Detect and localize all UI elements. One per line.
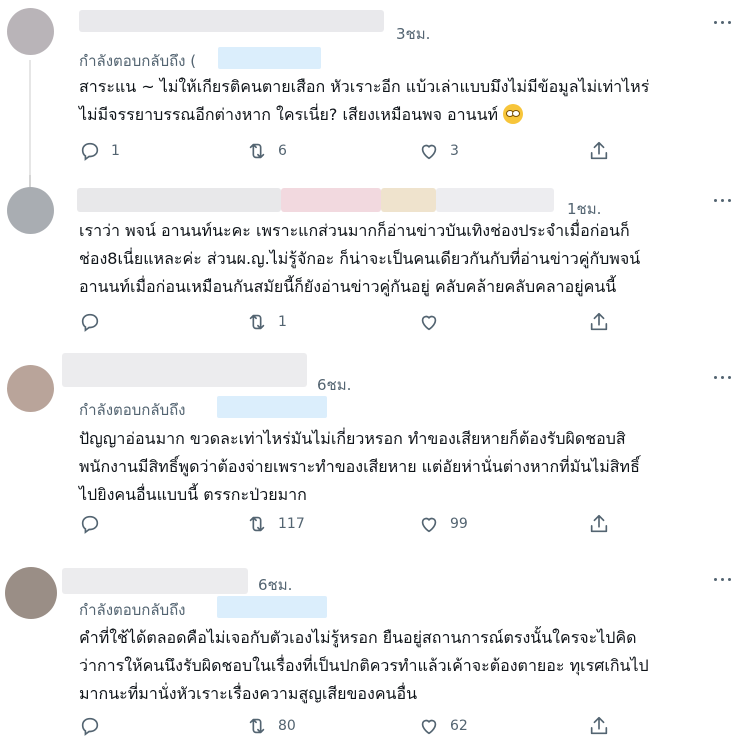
- retweet-icon: [249, 516, 265, 532]
- more-options-icon[interactable]: [711, 369, 735, 385]
- reply-icon: [81, 142, 99, 161]
- avatar[interactable]: [5, 567, 57, 619]
- like-icon: [421, 315, 437, 331]
- like-button[interactable]: 3: [418, 139, 459, 163]
- user-name-blurred[interactable]: [79, 10, 384, 32]
- mention-link-blurred[interactable]: [217, 396, 327, 418]
- timestamp[interactable]: 6ชม.: [258, 573, 292, 597]
- replying-to-label: กำลังตอบกลับถึง (: [79, 49, 196, 73]
- action-bar: 1 6 3: [79, 139, 639, 163]
- tweet-2[interactable]: 1ชม. เราว่า พจน์ อานนท์นะคะ เพราะแกส่วนม…: [0, 175, 747, 354]
- retweet-count: 6: [278, 143, 287, 159]
- tweet-1[interactable]: 3ชม. กำลังตอบกลับถึง ( สาระแน ~ ไม่ให้เก…: [0, 0, 747, 176]
- user-name-blurred[interactable]: [436, 188, 554, 212]
- user-name-blurred[interactable]: [381, 188, 436, 212]
- retweet-count: 117: [278, 516, 305, 532]
- reply-count: 1: [111, 143, 120, 159]
- more-options-icon[interactable]: [711, 14, 735, 30]
- retweet-button[interactable]: 1: [246, 310, 287, 334]
- retweet-button[interactable]: 80: [246, 714, 296, 738]
- timestamp[interactable]: 6ชม.: [317, 373, 351, 397]
- like-button[interactable]: 99: [418, 512, 468, 536]
- tweet-text-body: สาระแน ~ ไม่ให้เกียรติคนตายเสือก หัวเราะ…: [79, 77, 650, 124]
- retweet-icon: [249, 718, 265, 734]
- replying-to-text: กำลังตอบกลับถึง: [79, 52, 186, 70]
- thread-line: [29, 60, 31, 175]
- action-bar: 80 62: [79, 714, 639, 738]
- action-bar: 1: [79, 310, 639, 334]
- like-count: 99: [450, 516, 468, 532]
- replying-to-label: กำลังตอบกลับถึง: [79, 601, 186, 619]
- avatar[interactable]: [7, 187, 54, 234]
- retweet-button[interactable]: 6: [246, 139, 287, 163]
- share-button[interactable]: [588, 512, 610, 536]
- reply-icon: [81, 313, 99, 332]
- reply-icon: [81, 717, 99, 736]
- reply-icon: [81, 515, 99, 534]
- rolling-eyes-emoji-icon: [503, 104, 524, 124]
- share-button[interactable]: [588, 714, 610, 738]
- share-icon: [590, 716, 608, 735]
- reply-button[interactable]: [79, 714, 111, 738]
- tweet-3[interactable]: 6ชม. กำลังตอบกลับถึง ปัญญาอ่อนมาก ขวดละเ…: [0, 353, 747, 556]
- tweet-text: คำที่ใช้ได้ตลอดคือไม่เจอกับตัวเองไม่รู้ห…: [79, 628, 649, 703]
- avatar[interactable]: [7, 365, 54, 412]
- share-icon: [590, 312, 608, 331]
- user-name-blurred[interactable]: [281, 188, 381, 212]
- mention-link-blurred[interactable]: [218, 47, 321, 69]
- share-icon: [590, 514, 608, 533]
- like-button[interactable]: [418, 310, 450, 334]
- retweet-icon: [249, 314, 265, 330]
- tweet-text: ปัญญาอ่อนมาก ขวดละเท่าไหร่มันไม่เกี่ยวหร…: [79, 429, 640, 504]
- retweet-count: 1: [278, 314, 287, 330]
- user-name-blurred[interactable]: [77, 188, 281, 212]
- share-icon: [590, 141, 608, 160]
- retweet-count: 80: [278, 718, 296, 734]
- reply-button[interactable]: 1: [79, 139, 120, 163]
- user-name-blurred[interactable]: [62, 353, 307, 387]
- user-name-blurred[interactable]: [62, 568, 248, 594]
- like-icon: [421, 144, 437, 160]
- mention-link-blurred[interactable]: [217, 596, 327, 618]
- avatar[interactable]: [7, 8, 54, 55]
- share-button[interactable]: [588, 139, 610, 163]
- tweet-text: เราว่า พจน์ อานนท์นะคะ เพราะแกส่วนมากก็อ…: [79, 221, 641, 296]
- timestamp[interactable]: 3ชม.: [396, 22, 430, 46]
- reply-button[interactable]: [79, 310, 111, 334]
- like-count: 62: [450, 718, 468, 734]
- more-options-icon[interactable]: [711, 192, 735, 208]
- like-count: 3: [450, 143, 459, 159]
- retweet-button[interactable]: 117: [246, 512, 305, 536]
- tweet-4[interactable]: 6ชม. กำลังตอบกลับถึง คำที่ใช้ได้ตลอดคือไ…: [0, 555, 747, 755]
- action-bar: 117 99: [79, 512, 639, 536]
- mention-prefix: (: [190, 52, 197, 70]
- retweet-icon: [249, 143, 265, 159]
- like-icon: [421, 517, 437, 533]
- like-icon: [421, 719, 437, 735]
- replying-to-label: กำลังตอบกลับถึง: [79, 401, 186, 419]
- like-button[interactable]: 62: [418, 714, 468, 738]
- reply-button[interactable]: [79, 512, 111, 536]
- tweet-text: สาระแน ~ ไม่ให้เกียรติคนตายเสือก หัวเราะ…: [79, 73, 729, 129]
- thread-line: [29, 175, 31, 187]
- more-options-icon[interactable]: [711, 571, 735, 587]
- share-button[interactable]: [588, 310, 610, 334]
